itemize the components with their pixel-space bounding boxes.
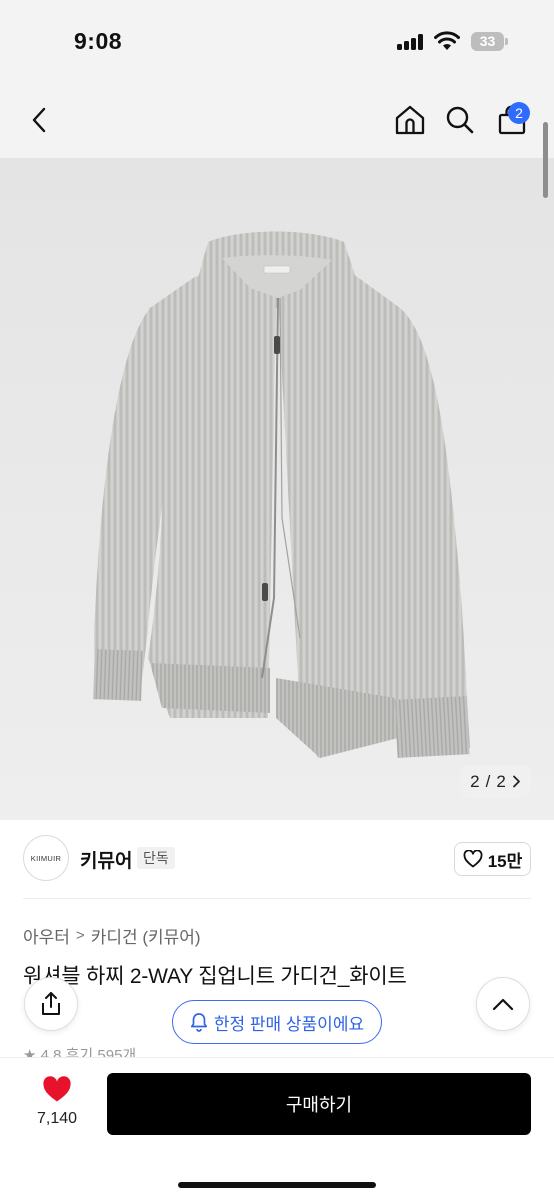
cardigan-image — [0, 158, 554, 820]
scroll-top-button[interactable] — [476, 977, 530, 1031]
heart-outline-icon — [463, 850, 483, 868]
breadcrumb-subcategory[interactable]: 카디건 (키뮤어) — [91, 923, 201, 948]
back-icon — [32, 107, 46, 133]
status-time: 9:08 — [74, 28, 123, 54]
gallery-page-counter[interactable]: 2 / 2 — [460, 765, 531, 798]
gallery-separator: / — [485, 771, 491, 791]
limited-sale-notice[interactable]: 한정 판매 상품이에요 — [172, 1000, 382, 1044]
buy-button[interactable]: 구매하기 — [107, 1073, 531, 1135]
wifi-icon — [434, 31, 460, 51]
home-icon — [395, 105, 425, 135]
home-indicator — [178, 1182, 376, 1188]
bell-icon — [190, 1013, 207, 1032]
product-image[interactable] — [0, 158, 554, 820]
wish-count: 7,140 — [36, 1110, 78, 1127]
exclusive-badge: 단독 — [137, 847, 175, 869]
gallery-total: 2 — [496, 771, 506, 791]
brand-like-button[interactable]: 15만 — [454, 842, 531, 876]
search-icon — [446, 106, 474, 134]
heart-icon — [43, 1076, 71, 1102]
chevron-up-icon — [492, 998, 514, 1011]
brand-name[interactable]: 키뮤어 — [80, 846, 132, 873]
chevron-right-icon — [512, 775, 520, 788]
share-icon — [42, 992, 60, 1015]
brand-like-count: 15만 — [487, 851, 523, 871]
breadcrumb-category[interactable]: 아우터 — [23, 923, 70, 948]
breadcrumb: 아우터 > 카디건 (키뮤어) — [23, 923, 201, 948]
back-button[interactable] — [22, 102, 58, 138]
signal-icon — [397, 34, 425, 50]
status-bar: 9:08 33 — [0, 0, 554, 84]
limited-sale-label: 한정 판매 상품이에요 — [213, 1014, 365, 1034]
battery-level: 33 — [471, 32, 504, 51]
nav-bar — [0, 84, 554, 158]
home-button[interactable] — [392, 102, 428, 138]
product-title: 워셔블 하찌 2-WAY 집업니트 가디건_화이트 — [23, 965, 407, 988]
brand-logo[interactable]: KIIMUIR — [23, 835, 69, 881]
battery-icon: 33 — [471, 32, 509, 51]
purchase-bar: 7,140 구매하기 — [0, 1058, 554, 1200]
gallery-current: 2 — [470, 771, 480, 791]
breadcrumb-separator: > — [75, 927, 85, 944]
share-button[interactable] — [24, 977, 78, 1031]
wish-button[interactable]: 7,140 — [26, 1076, 88, 1128]
scroll-indicator[interactable] — [543, 122, 548, 198]
search-button[interactable] — [442, 102, 478, 138]
brand-row: KIIMUIR 키뮤어 단독 15만 — [0, 835, 554, 885]
divider — [23, 898, 531, 899]
cart-badge: 2 — [508, 102, 530, 124]
